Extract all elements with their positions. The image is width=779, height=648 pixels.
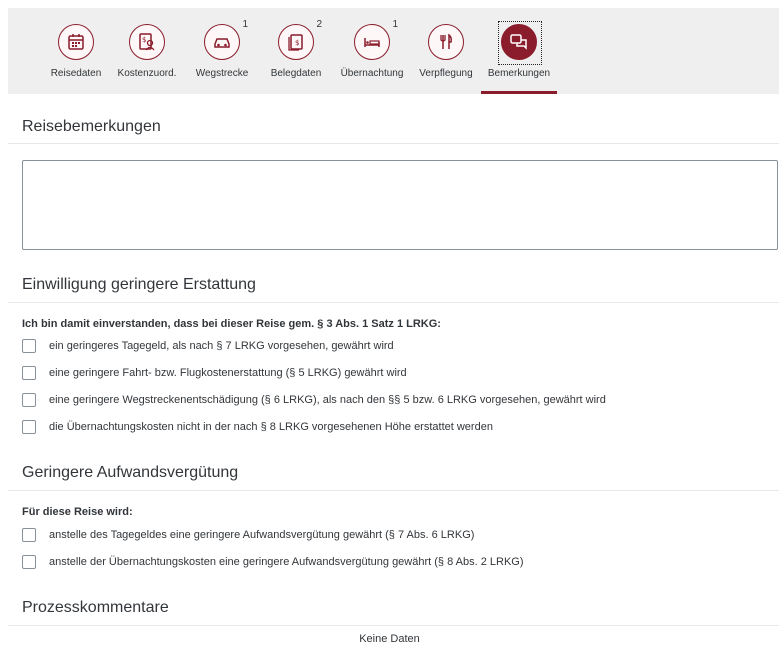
step-label: Belegdaten <box>270 68 322 79</box>
step-badge: 2 <box>316 19 322 30</box>
checkbox[interactable] <box>22 339 36 353</box>
consent-option-tagegeld[interactable]: ein geringeres Tagegeld, als nach § 7 LR… <box>22 338 394 354</box>
checkbox-label: die Übernachtungskosten nicht in der nac… <box>49 421 493 433</box>
step-badge: 1 <box>392 19 398 30</box>
allowance-option-tagegeld[interactable]: anstelle des Tagegeldes eine geringere A… <box>22 527 474 543</box>
svg-text:$: $ <box>295 39 299 47</box>
consent-option-fahrtkosten[interactable]: eine geringere Fahrt- bzw. Flugkosteners… <box>22 365 407 381</box>
remarks-textarea[interactable] <box>22 160 778 250</box>
checkbox[interactable] <box>22 420 36 434</box>
step-verpflegung[interactable]: Verpflegung <box>406 24 486 94</box>
no-data-text: Keine Daten <box>359 633 420 645</box>
divider <box>8 143 779 144</box>
svg-text:$: $ <box>142 36 146 44</box>
divider <box>8 625 779 626</box>
bed-icon: 1 <box>354 19 398 60</box>
step-reisedaten[interactable]: Reisedaten <box>36 24 116 94</box>
divider <box>8 490 779 491</box>
consent-intro: Ich bin damit einverstanden, dass bei di… <box>22 318 441 330</box>
checkbox[interactable] <box>22 555 36 569</box>
checkbox-label: eine geringere Wegstreckenentschädigung … <box>49 394 606 406</box>
checkbox-label: ein geringeres Tagegeld, als nach § 7 LR… <box>49 340 394 352</box>
consent-option-wegstrecke[interactable]: eine geringere Wegstreckenentschädigung … <box>22 392 606 408</box>
consent-title: Einwilligung geringere Erstattung <box>22 276 256 293</box>
step-label: Bemerkungen <box>487 68 551 79</box>
step-label: Kostenzuord. <box>117 68 177 79</box>
process-stepper: Reisedaten $ Kostenzuord. 1 Wegstrecke $… <box>8 8 779 94</box>
checkbox[interactable] <box>22 366 36 380</box>
step-badge: 1 <box>242 19 248 30</box>
step-label: Verpflegung <box>419 68 473 79</box>
step-belegdaten[interactable]: $ 2 Belegdaten <box>256 19 336 94</box>
step-label: Übernachtung <box>340 68 404 79</box>
checkbox-label: eine geringere Fahrt- bzw. Flugkosteners… <box>49 367 407 379</box>
step-bemerkungen[interactable]: Bemerkungen <box>479 21 559 94</box>
step-label: Wegstrecke <box>195 68 249 79</box>
process-comments-title: Prozesskommentare <box>22 599 169 616</box>
car-icon: 1 <box>204 19 248 60</box>
cost-assignment-icon: $ <box>129 24 165 60</box>
checkbox[interactable] <box>22 393 36 407</box>
receipt-icon: $ 2 <box>278 19 322 60</box>
step-wegstrecke[interactable]: 1 Wegstrecke <box>182 19 262 94</box>
step-uebernachtung[interactable]: 1 Übernachtung <box>332 19 412 94</box>
divider <box>8 302 779 303</box>
consent-option-uebernachtung[interactable]: die Übernachtungskosten nicht in der nac… <box>22 419 493 435</box>
calendar-icon <box>58 24 94 60</box>
comments-icon <box>498 21 542 65</box>
step-kostenzuord[interactable]: $ Kostenzuord. <box>107 24 187 94</box>
remarks-title: Reisebemerkungen <box>22 118 161 135</box>
allowance-intro: Für diese Reise wird: <box>22 506 133 518</box>
checkbox-label: anstelle des Tagegeldes eine geringere A… <box>49 529 475 541</box>
cutlery-icon <box>428 24 464 60</box>
focus-outline <box>498 21 542 65</box>
checkbox-label: anstelle der Übernachtungskosten eine ge… <box>49 556 524 568</box>
allowance-option-uebernachtung[interactable]: anstelle der Übernachtungskosten eine ge… <box>22 554 524 570</box>
checkbox[interactable] <box>22 528 36 542</box>
step-label: Reisedaten <box>50 68 102 79</box>
allowance-title: Geringere Aufwandsvergütung <box>22 464 239 481</box>
